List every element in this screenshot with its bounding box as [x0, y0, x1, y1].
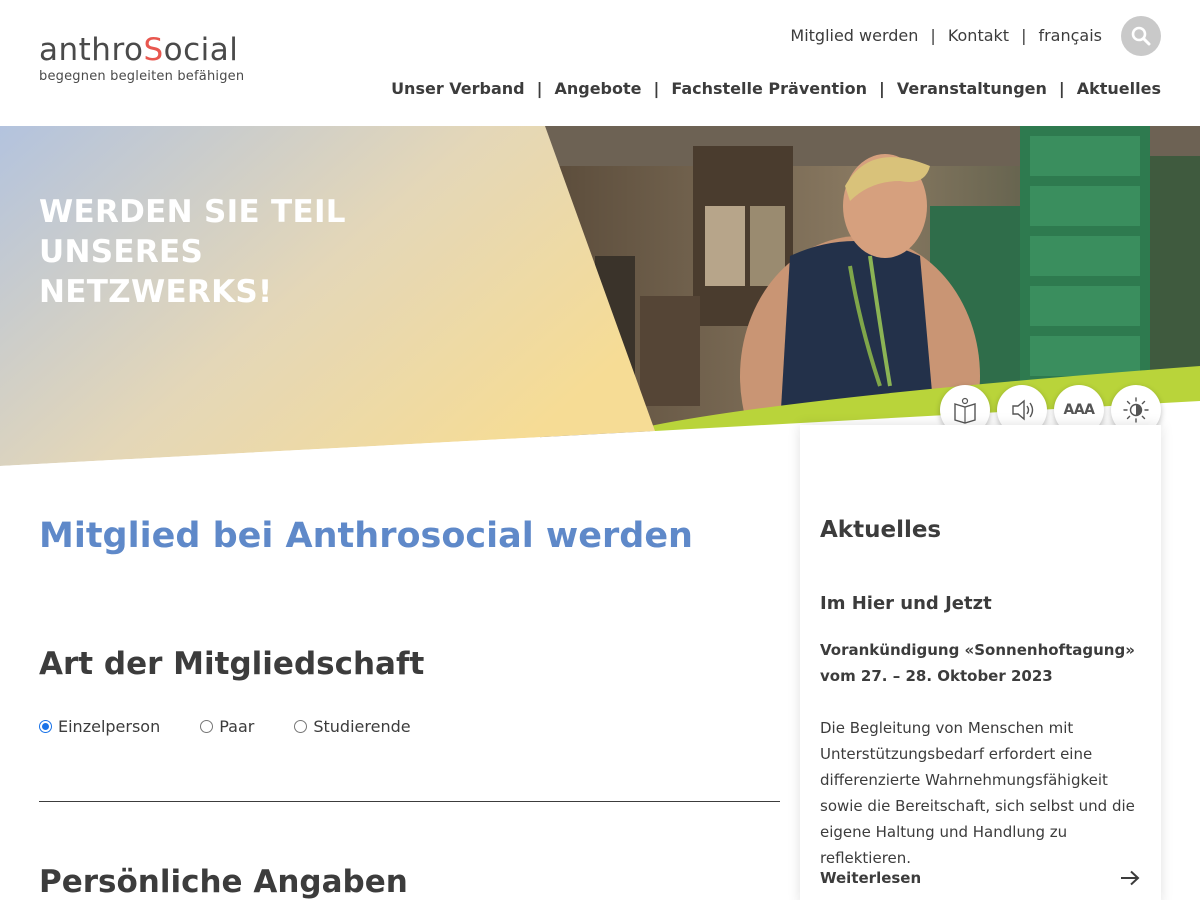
radio-button[interactable]	[294, 720, 308, 733]
main-navigation: Unser Verband | Angebote | Fachstelle Pr…	[391, 79, 1161, 98]
topnav-separator: |	[1021, 26, 1027, 45]
contrast-icon	[1123, 397, 1149, 423]
mainnav-unser-verband[interactable]: Unser Verband	[391, 79, 525, 98]
topnav-separator: |	[930, 26, 936, 45]
mainnav-aktuelles[interactable]: Aktuelles	[1077, 79, 1161, 98]
mainnav-separator: |	[536, 79, 543, 98]
mainnav-veranstaltungen[interactable]: Veranstaltungen	[897, 79, 1047, 98]
hero-title: WERDEN SIE TEIL UNSERES NETZWERKS!	[39, 194, 346, 310]
news-item-title: Im Hier und Jetzt	[820, 593, 992, 614]
radio-label: Einzelperson	[58, 717, 161, 736]
topnav-kontakt[interactable]: Kontakt	[948, 26, 1009, 45]
speaker-icon	[1012, 399, 1034, 421]
radio-paar[interactable]: Paar	[200, 717, 254, 736]
news-item-lead: Vorankündigung «Sonnenhoftagung» vom 27.…	[820, 641, 1135, 685]
arrow-right-icon	[1121, 870, 1140, 886]
topnav-mitglied-werden[interactable]: Mitglied werden	[790, 26, 918, 45]
radio-label: Paar	[219, 717, 255, 736]
logo-tagline: begegnen begleiten befähigen	[39, 69, 245, 84]
mainnav-angebote[interactable]: Angebote	[554, 79, 641, 98]
membership-type-radio-group: Einzelperson Paar Studierende	[39, 717, 451, 736]
news-heading: Aktuelles	[820, 517, 942, 543]
radio-einzelperson[interactable]: Einzelperson	[39, 717, 160, 736]
top-navigation: Mitglied werden | Kontakt | français	[790, 26, 1102, 45]
membership-type-heading: Art der Mitgliedschaft	[39, 646, 425, 682]
search-button[interactable]	[1121, 16, 1161, 56]
mainnav-separator: |	[653, 79, 660, 98]
radio-button[interactable]	[200, 720, 214, 733]
mainnav-separator: |	[879, 79, 885, 98]
radio-studierende[interactable]: Studierende	[294, 717, 411, 736]
radio-label: Studierende	[313, 717, 411, 736]
news-card: Aktuelles Im Hier und Jetzt Vorankündigu…	[800, 425, 1161, 900]
mainnav-fachstelle-praevention[interactable]: Fachstelle Prävention	[671, 79, 867, 98]
search-icon	[1131, 26, 1151, 46]
personal-details-heading: Persönliche Angaben	[39, 864, 408, 900]
text-size-icon: AAA	[1063, 402, 1095, 418]
logo-wordmark: anthroSocial	[39, 32, 239, 68]
site-header: anthroSocial begegnen begleiten befähige…	[0, 0, 1200, 126]
news-item-body: Die Begleitung von Menschen mit Unterstü…	[820, 719, 1135, 867]
mainnav-separator: |	[1058, 79, 1065, 98]
read-more-label: Weiterlesen	[820, 869, 922, 887]
easy-read-icon	[954, 397, 976, 424]
page-title: Mitglied bei Anthrosocial werden	[39, 516, 693, 556]
radio-button-checked[interactable]	[39, 720, 52, 733]
read-more-link[interactable]: Weiterlesen	[820, 869, 1140, 887]
topnav-language-francais[interactable]: français	[1038, 26, 1102, 45]
logo[interactable]: anthroSocial begegnen begleiten befähige…	[39, 32, 244, 84]
section-divider	[39, 801, 780, 802]
